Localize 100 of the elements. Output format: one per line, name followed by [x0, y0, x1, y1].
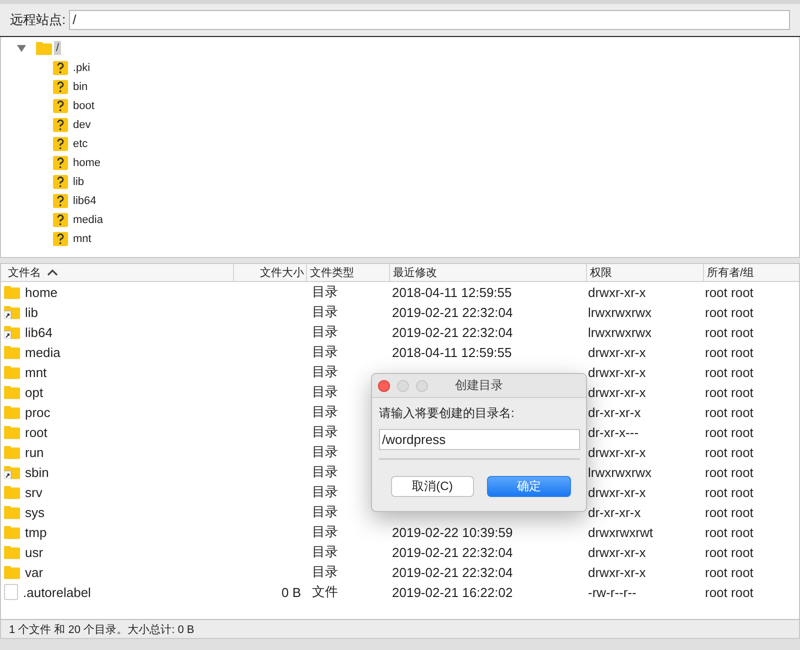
- collapse-arrow-icon[interactable]: [17, 44, 26, 52]
- file-name[interactable]: media: [25, 344, 60, 360]
- permissions: -rw-r--r--: [588, 584, 636, 600]
- file-name[interactable]: lib: [25, 304, 38, 320]
- sort-ascending-icon: [47, 269, 58, 276]
- file-size: 0 B: [281, 584, 301, 600]
- file-type: 目录: [312, 404, 338, 419]
- folder-shortcut-icon: [4, 465, 20, 479]
- file-name[interactable]: lib64: [25, 324, 52, 340]
- permissions: drwxrwxrwt: [588, 524, 653, 540]
- file-name[interactable]: opt: [25, 384, 44, 400]
- name-column-header[interactable]: 文件名: [1, 264, 233, 281]
- tree-item[interactable]: media: [73, 214, 103, 226]
- file-name[interactable]: srv: [25, 484, 42, 500]
- tree-item[interactable]: /: [54, 41, 62, 55]
- unknown-item-icon: [53, 118, 68, 132]
- tree-item[interactable]: dev: [73, 118, 91, 130]
- owner-group: root root: [705, 544, 754, 560]
- tree-item[interactable]: boot: [73, 100, 94, 112]
- folder-icon: [4, 385, 20, 399]
- folder-icon: [4, 525, 20, 539]
- file-name[interactable]: sys: [25, 504, 44, 520]
- permissions: drwxr-xr-x: [588, 344, 646, 360]
- file-type: 目录: [312, 544, 338, 559]
- file-name[interactable]: var: [25, 564, 44, 580]
- permissions: dr-xr-x---: [588, 424, 639, 440]
- owner-group: root root: [705, 564, 754, 580]
- dialog-prompt: 请输入将要创建的目录名:: [379, 405, 516, 422]
- file-name[interactable]: sbin: [25, 464, 49, 480]
- file-icon: [4, 584, 18, 600]
- close-button[interactable]: [378, 380, 390, 392]
- owner-group: root root: [705, 344, 754, 360]
- file-name[interactable]: tmp: [25, 524, 47, 540]
- owner-group: root root: [705, 484, 754, 500]
- modified-date: 2018-04-11 12:59:55: [392, 284, 512, 300]
- permissions: drwxr-xr-x: [588, 284, 646, 300]
- file-type: 目录: [312, 324, 338, 339]
- unknown-item-icon: [53, 194, 68, 208]
- file-name[interactable]: .autorelabel: [23, 584, 91, 600]
- permissions: drwxr-xr-x: [588, 364, 646, 380]
- pane-splitter[interactable]: [0, 257, 800, 264]
- tree-item[interactable]: .pki: [73, 62, 90, 74]
- tree-item[interactable]: mnt: [73, 232, 92, 244]
- file-type: 目录: [312, 304, 338, 319]
- file-type: 目录: [312, 464, 338, 479]
- modified-column-header[interactable]: 最近修改: [389, 264, 586, 281]
- unknown-item-icon: [53, 232, 68, 246]
- remote-site-field[interactable]: /: [68, 10, 790, 30]
- file-name[interactable]: home: [25, 284, 58, 300]
- tree-item[interactable]: lib64: [73, 194, 96, 206]
- modified-date: 2019-02-21 22:32:04: [392, 544, 513, 560]
- folder-icon: [4, 565, 20, 579]
- folder-icon: [4, 545, 20, 559]
- owner-group: root root: [705, 504, 754, 520]
- file-name[interactable]: mnt: [25, 364, 47, 380]
- minimize-button[interactable]: [397, 380, 409, 392]
- modified-date: 2019-02-21 22:32:04: [392, 304, 513, 320]
- file-type: 文件: [312, 584, 338, 599]
- directory-name-field[interactable]: /wordpress: [379, 429, 580, 450]
- folder-shortcut-icon: [4, 305, 20, 319]
- modified-date: 2019-02-21 16:22:02: [392, 584, 513, 600]
- type-column-header[interactable]: 文件类型: [306, 264, 389, 281]
- unknown-item-icon: [53, 80, 68, 94]
- folder-icon: [4, 345, 20, 359]
- modified-date: 2019-02-22 10:39:59: [392, 524, 513, 540]
- size-column-header[interactable]: 文件大小: [233, 264, 306, 281]
- permissions: drwxr-xr-x: [588, 444, 646, 460]
- owner-group: root root: [705, 444, 754, 460]
- owner-group: root root: [705, 524, 754, 540]
- folder-icon: [36, 41, 52, 55]
- tree-item[interactable]: home: [73, 156, 101, 168]
- cancel-button[interactable]: 取消(C): [391, 476, 474, 497]
- owner-group: root root: [705, 404, 754, 420]
- dialog-title: 创建目录: [455, 378, 503, 392]
- unknown-item-icon: [53, 212, 68, 226]
- owner-group: root root: [705, 584, 754, 600]
- zoom-button[interactable]: [416, 380, 428, 392]
- file-name[interactable]: usr: [25, 544, 44, 560]
- owner-group: root root: [705, 364, 754, 380]
- folder-icon: [4, 505, 20, 519]
- permissions: lrwxrwxrwx: [588, 324, 652, 340]
- permissions: lrwxrwxrwx: [588, 464, 652, 480]
- file-type: 目录: [312, 444, 338, 459]
- unknown-item-icon: [53, 98, 68, 112]
- owner-group: root root: [705, 464, 754, 480]
- file-name[interactable]: run: [25, 444, 44, 460]
- unknown-item-icon: [53, 60, 68, 74]
- file-name[interactable]: proc: [25, 404, 50, 420]
- tree-item[interactable]: lib: [73, 176, 84, 188]
- modified-date: 2019-02-21 22:32:04: [392, 324, 513, 340]
- tree-item[interactable]: bin: [73, 80, 88, 92]
- folder-icon: [4, 285, 20, 299]
- owner-group: root root: [705, 284, 754, 300]
- permissions-column-header[interactable]: 权限: [586, 264, 703, 281]
- file-type: 目录: [312, 384, 338, 399]
- permissions: dr-xr-xr-x: [588, 504, 641, 520]
- owner-column-header[interactable]: 所有者/组: [703, 264, 799, 281]
- modified-date: 2018-04-11 12:59:55: [392, 344, 512, 360]
- tree-item[interactable]: etc: [73, 138, 88, 150]
- file-name[interactable]: root: [25, 424, 48, 440]
